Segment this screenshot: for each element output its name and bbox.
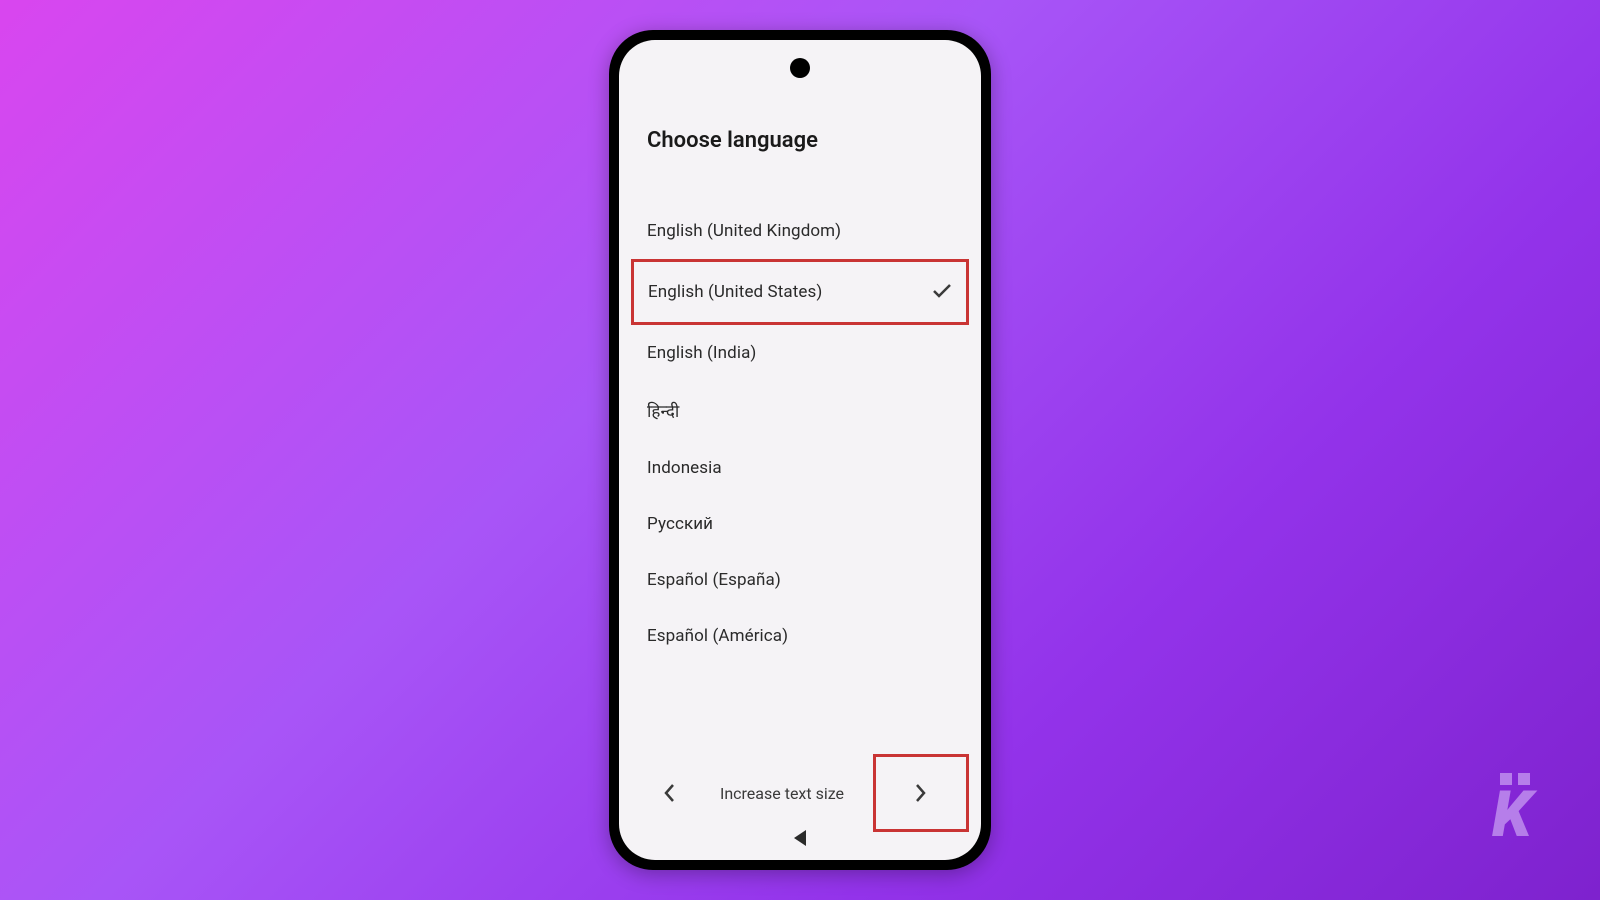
phone-frame: Choose language English (United Kingdom)… (609, 30, 991, 870)
language-item-indonesia[interactable]: Indonesia (647, 440, 953, 496)
language-item-label: English (United States) (648, 282, 822, 302)
phone-screen: Choose language English (United Kingdom)… (619, 40, 981, 860)
page-title: Choose language (647, 128, 953, 153)
chevron-right-icon (915, 783, 927, 803)
language-item-en-us[interactable]: English (United States) (631, 259, 969, 325)
next-button[interactable] (873, 754, 969, 832)
text-size-label[interactable]: Increase text size (720, 784, 844, 803)
language-list: English (United Kingdom) English (United… (647, 203, 953, 754)
language-item-hindi[interactable]: हिन्दी (647, 381, 953, 440)
language-item-en-gb[interactable]: English (United Kingdom) (647, 203, 953, 259)
system-nav-bar (794, 830, 806, 846)
chevron-left-icon (663, 783, 675, 803)
camera-hole (790, 58, 810, 78)
language-item-es-am[interactable]: Español (América) (647, 608, 953, 664)
language-item-en-in[interactable]: English (India) (647, 325, 953, 381)
watermark-letter: K (1492, 789, 1530, 840)
language-item-es-es[interactable]: Español (España) (647, 552, 953, 608)
language-item-russian[interactable]: Русский (647, 496, 953, 552)
checkmark-icon (932, 280, 952, 304)
watermark: K (1492, 773, 1530, 840)
screen-content: Choose language English (United Kingdom)… (619, 40, 981, 860)
prev-button[interactable] (647, 771, 691, 815)
system-back-button[interactable] (794, 830, 806, 846)
